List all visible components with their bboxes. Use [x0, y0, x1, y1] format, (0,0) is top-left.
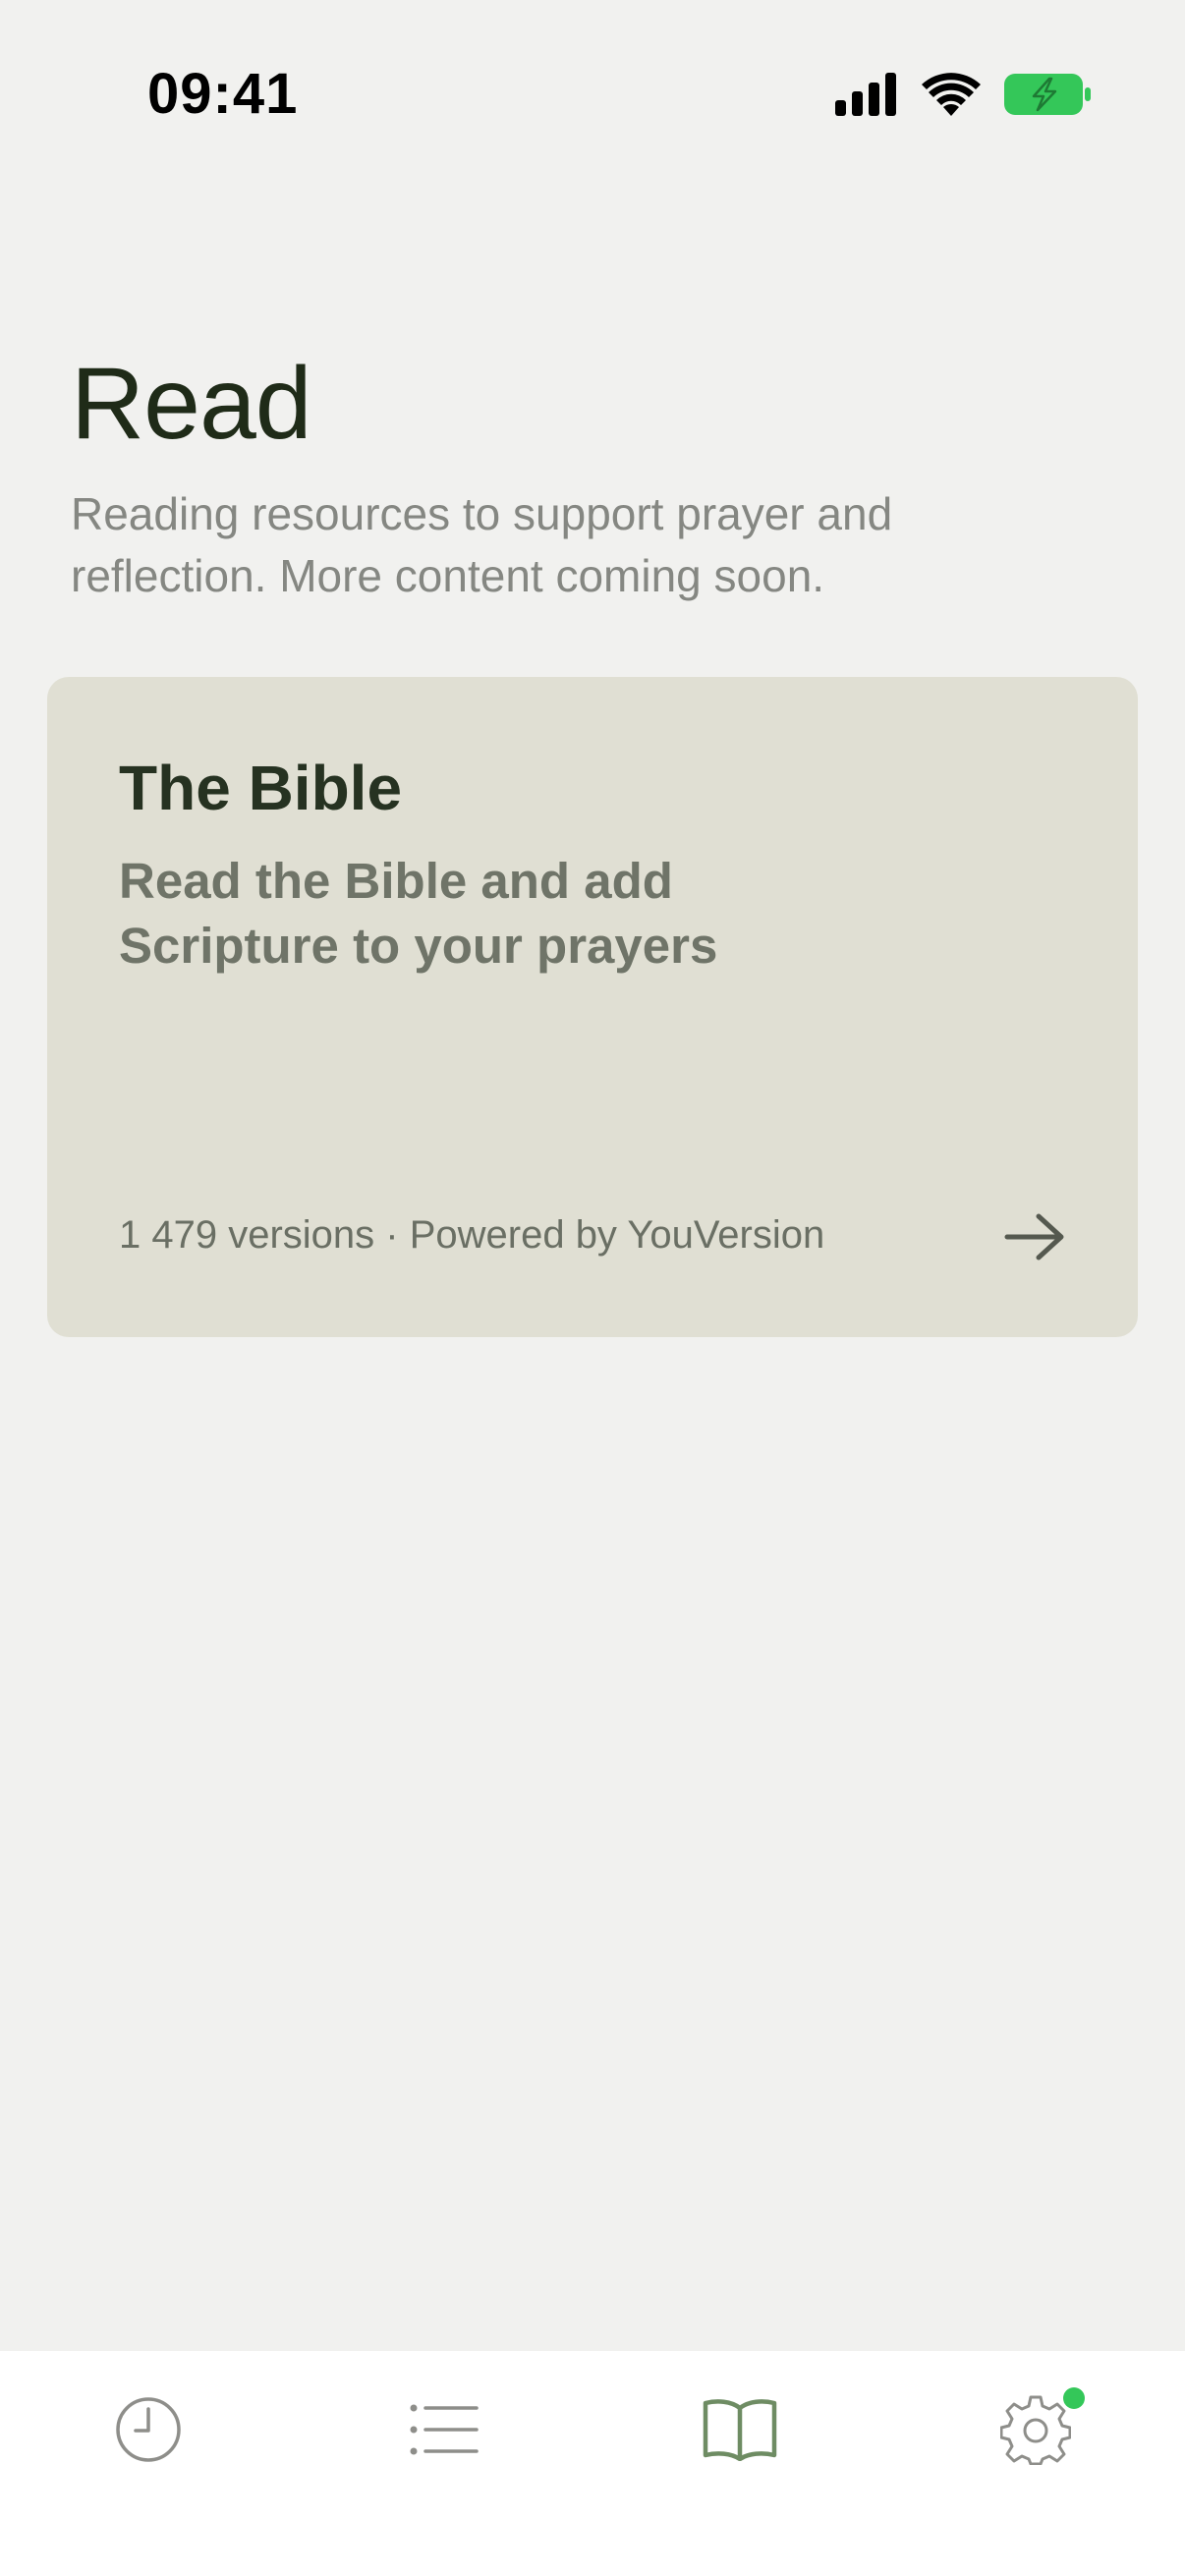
- book-icon: [702, 2398, 778, 2461]
- battery-charging-icon: [1004, 74, 1091, 120]
- status-icons: [835, 73, 1091, 121]
- gear-icon: [999, 2394, 1071, 2465]
- card-title: The Bible: [119, 753, 403, 823]
- tab-read[interactable]: [592, 2351, 887, 2508]
- notification-badge: [1063, 2387, 1085, 2409]
- card-footer: 1 479 versions · Powered by YouVersion: [119, 1213, 825, 1257]
- wifi-icon: [922, 73, 981, 121]
- status-bar: 09:41: [0, 0, 1185, 187]
- page-subtitle: Reading resources to support prayer and …: [71, 488, 893, 601]
- list-icon: [410, 2404, 479, 2455]
- arrow-right-icon[interactable]: [1004, 1212, 1065, 1261]
- tab-list[interactable]: [296, 2351, 592, 2508]
- clock-icon: [114, 2395, 183, 2464]
- bible-card[interactable]: The Bible Read the Bible and add Scriptu…: [47, 677, 1138, 1337]
- tab-bar: [0, 2351, 1185, 2576]
- cellular-signal-icon: [835, 73, 898, 121]
- tab-history[interactable]: [0, 2351, 296, 2508]
- page-title: Read: [71, 347, 312, 461]
- read-screen: 09:41 Read Reading resources to support …: [0, 0, 1185, 2576]
- card-description: Read the Bible and add Scripture to your…: [119, 853, 718, 974]
- status-time: 09:41: [147, 62, 299, 126]
- tab-settings[interactable]: [887, 2351, 1183, 2508]
